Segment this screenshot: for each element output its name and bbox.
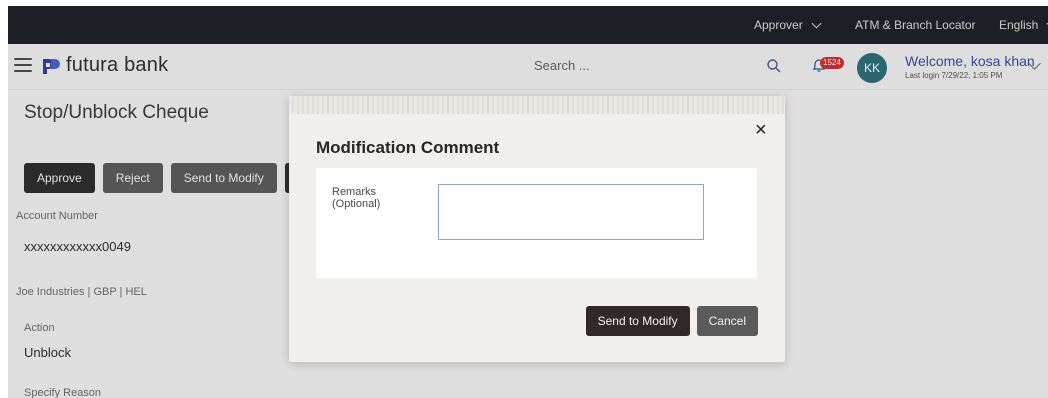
modal-actions: Send to Modify Cancel — [585, 306, 758, 336]
modal-header-strip — [289, 96, 785, 114]
app-window: Approver ATM & Branch Locator English fu… — [8, 6, 1048, 398]
close-icon[interactable]: × — [755, 120, 767, 140]
cancel-button[interactable]: Cancel — [696, 306, 758, 336]
modification-comment-modal: × Modification Comment Remarks (Optional… — [289, 96, 785, 362]
remarks-panel: Remarks (Optional) — [316, 168, 757, 278]
modal-title: Modification Comment — [316, 138, 500, 157]
remarks-label: Remarks (Optional) — [332, 186, 381, 210]
remarks-field[interactable] — [438, 184, 704, 240]
send-to-modify-button[interactable]: Send to Modify — [585, 306, 690, 336]
